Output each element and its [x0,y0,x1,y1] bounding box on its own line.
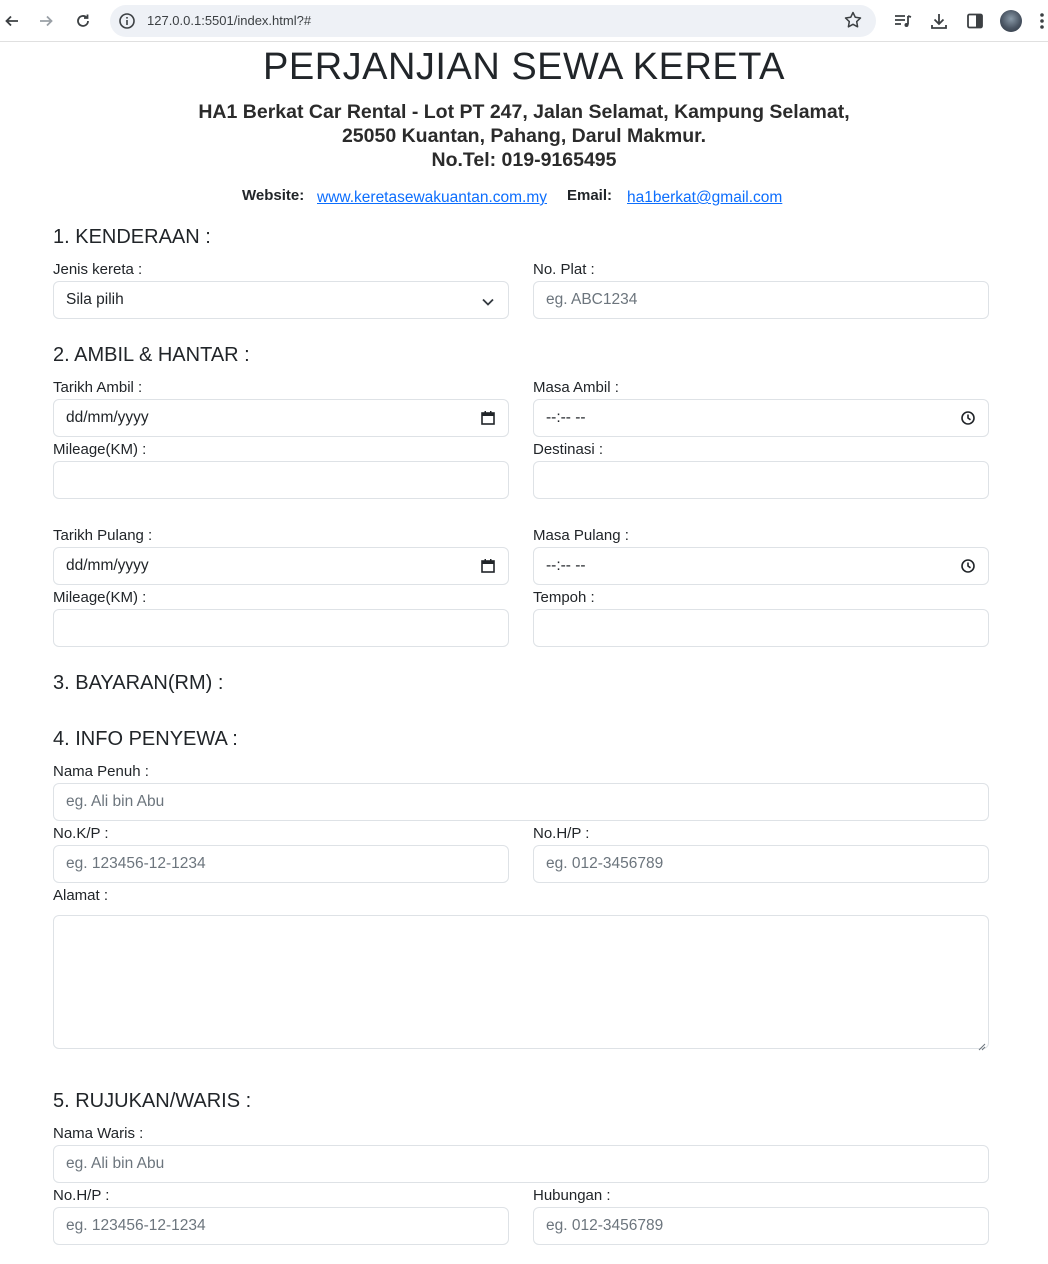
back-arrow-icon[interactable] [0,9,24,33]
bookmark-star-icon[interactable] [843,10,863,30]
heir-name-input[interactable]: eg. Ali bin Abu [53,1145,989,1183]
media-controls-icon[interactable] [892,10,914,32]
download-icon[interactable] [928,10,950,32]
pickup-time-value: --:-- -- [546,409,586,426]
car-type-selected-value: Sila pilih [66,291,124,308]
fullname-input[interactable]: eg. Ali bin Abu [53,783,989,821]
pickup-mileage-input[interactable] [53,461,509,499]
duration-input[interactable] [533,609,989,647]
resize-grip-icon[interactable] [978,1038,986,1051]
car-type-label: Jenis kereta : [53,261,143,278]
url-text: 127.0.0.1:5501/index.html?# [147,13,312,28]
section-title-vehicle: 1. KENDERAAN : [53,226,211,248]
address-textarea[interactable] [53,915,989,1051]
heir-phone-input[interactable]: eg. 123456-12-1234 [53,1207,509,1245]
return-date-label: Tarikh Pulang : [53,527,153,544]
company-address-line-2: 25050 Kuantan, Pahang, Darul Makmur. [341,125,707,147]
fullname-placeholder: eg. Ali bin Abu [66,793,165,810]
email-label: Email: [567,187,613,204]
return-time-input[interactable]: --:-- -- [533,547,989,585]
pickup-date-label: Tarikh Ambil : [53,379,143,396]
website-label: Website: [242,187,305,204]
company-phone: No.Tel: 019-9165495 [431,149,617,171]
chevron-down-icon [480,294,496,310]
website-link[interactable]: www.keretasewakuantan.com.my [317,189,547,207]
section-title-reference-heir: 5. RUJUKAN/WARIS : [53,1090,252,1112]
side-panel-icon[interactable] [964,10,986,32]
site-info-icon[interactable] [118,12,136,30]
calendar-icon[interactable] [480,410,496,426]
address-label: Alamat : [53,887,109,904]
email-link[interactable]: ha1berkat@gmail.com [627,189,782,207]
section-title-pickup-return: 2. AMBIL & HANTAR : [53,344,250,366]
browser-toolbar: 127.0.0.1:5501/index.html?# [0,0,1048,42]
heir-name-placeholder: eg. Ali bin Abu [66,1155,165,1172]
pickup-date-input[interactable]: dd/mm/yyyy [53,399,509,437]
phone-input[interactable]: eg. 012-3456789 [533,845,989,883]
address-bar[interactable]: 127.0.0.1:5501/index.html?# [110,5,876,37]
forward-arrow-icon[interactable] [34,9,58,33]
heir-phone-label: No.H/P : [53,1187,110,1204]
section-title-renter-info: 4. INFO PENYEWA : [53,728,238,750]
phone-placeholder: eg. 012-3456789 [546,855,664,872]
relation-input[interactable]: eg. 012-3456789 [533,1207,989,1245]
pickup-date-value: dd/mm/yyyy [66,409,149,426]
car-type-select[interactable]: Sila pilih [53,281,509,319]
relation-placeholder: eg. 012-3456789 [546,1217,664,1234]
pickup-time-label: Masa Ambil : [533,379,619,396]
fullname-label: Nama Penuh : [53,763,149,780]
return-time-value: --:-- -- [546,557,586,574]
return-mileage-label: Mileage(KM) : [53,589,147,606]
return-mileage-input[interactable] [53,609,509,647]
clock-icon[interactable] [960,558,976,574]
duration-label: Tempoh : [533,589,595,606]
calendar-icon[interactable] [480,558,496,574]
phone-label: No.H/P : [533,825,590,842]
heir-phone-placeholder: eg. 123456-12-1234 [66,1217,206,1234]
return-time-label: Masa Pulang : [533,527,629,544]
clock-icon[interactable] [960,410,976,426]
return-date-value: dd/mm/yyyy [66,557,149,574]
pickup-mileage-label: Mileage(KM) : [53,441,147,458]
return-date-input[interactable]: dd/mm/yyyy [53,547,509,585]
ic-input[interactable]: eg. 123456-12-1234 [53,845,509,883]
relation-label: Hubungan : [533,1187,611,1204]
ic-placeholder: eg. 123456-12-1234 [66,855,206,872]
plate-placeholder: eg. ABC1234 [546,291,638,308]
section-title-payment: 3. BAYARAN(RM) : [53,672,224,694]
more-menu-icon[interactable] [1036,10,1048,32]
page-title: PERJANJIAN SEWA KERETA [263,46,785,88]
ic-label: No.K/P : [53,825,109,842]
destination-label: Destinasi : [533,441,604,458]
destination-input[interactable] [533,461,989,499]
plate-input[interactable]: eg. ABC1234 [533,281,989,319]
pickup-time-input[interactable]: --:-- -- [533,399,989,437]
contact-row: Website: www.keretasewakuantan.com.my Em… [0,187,1048,209]
profile-avatar[interactable] [1000,10,1022,32]
plate-label: No. Plat : [533,261,595,278]
company-address-line-1: HA1 Berkat Car Rental - Lot PT 247, Jala… [198,101,850,123]
heir-name-label: Nama Waris : [53,1125,144,1142]
reload-icon[interactable] [71,9,95,33]
